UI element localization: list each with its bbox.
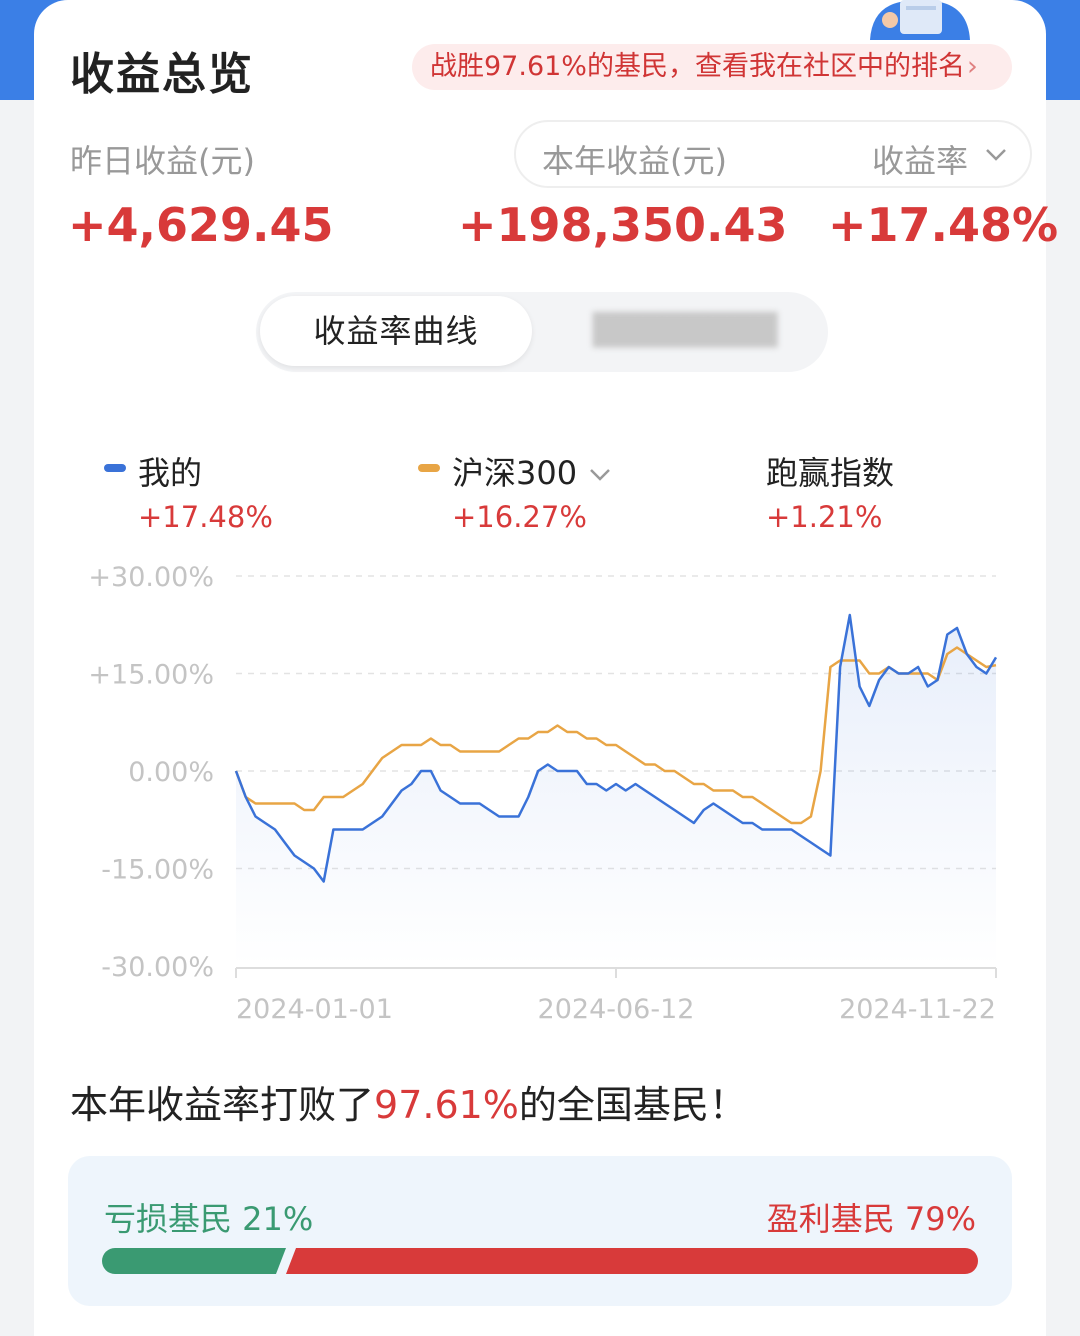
x-tick-label: 2024-01-01 [236,994,393,1025]
beat-statement: 本年收益率打败了97.61%的全国基民！ [70,1074,747,1129]
loss-investors-label: 亏损基民 21% [104,1200,314,1238]
y-tick-label: +30.00% [88,562,214,593]
x-tick-label: 2024-11-22 [839,994,996,1025]
series-mine-area [236,615,996,966]
y-tick-label: +15.00% [88,660,214,691]
gain-investors-label: 盈利基民 79% [766,1200,976,1238]
y-tick-label: 0.00% [128,757,214,788]
return-rate-chart: +30.00% +15.00% 0.00% -15.00% -30.00% 2024-01… [88,562,998,1025]
y-tick-label: -30.00% [101,952,214,983]
distribution-bar [102,1248,978,1274]
loss-segment [102,1248,286,1274]
x-tick-label: 2024-06-12 [538,994,695,1025]
beat-percent: 97.61% [374,1083,519,1127]
y-tick-label: -15.00% [101,855,214,886]
gain-segment [286,1248,978,1274]
beat-prefix: 本年收益率打败了 [70,1083,375,1127]
beat-suffix: 的全国基民！ [518,1083,747,1127]
